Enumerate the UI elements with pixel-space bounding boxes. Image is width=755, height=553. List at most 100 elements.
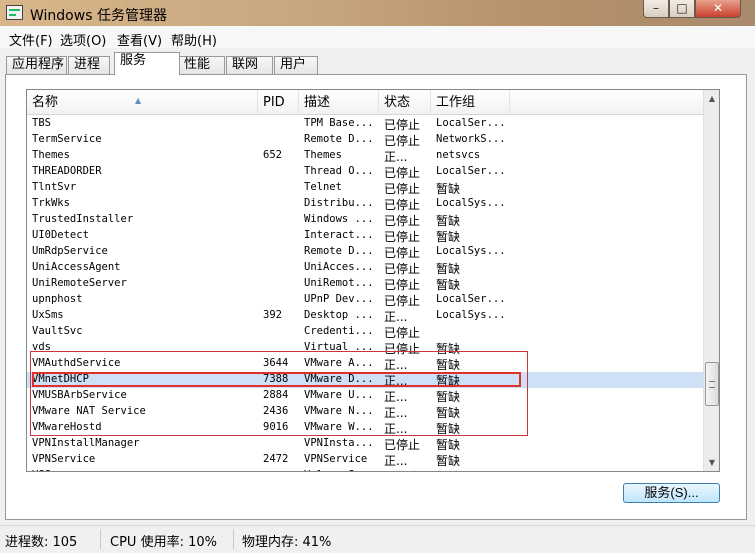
service-group: 暂缺	[436, 438, 461, 452]
service-description: UniAcces...	[304, 261, 374, 273]
service-name: VSS	[32, 469, 257, 471]
service-description: UniRemot...	[304, 277, 374, 289]
memory-usage: 物理内存: 41%	[242, 535, 332, 550]
service-status: 已停止	[384, 182, 421, 196]
list-header: 名称 ▲ PID 描述 状态 工作组	[27, 90, 703, 115]
column-header-description[interactable]: 描述	[299, 90, 379, 115]
column-header-pid[interactable]: PID	[258, 90, 299, 115]
table-row[interactable]: TrkWks Distribu... 已停止 LocalSys...	[27, 196, 703, 212]
service-description: Remote D...	[304, 133, 374, 145]
service-description: Themes	[304, 149, 342, 161]
service-name: UmRdpService	[32, 245, 108, 257]
table-row[interactable]: UxSms 392 Desktop ... 正... LocalSys...	[27, 308, 703, 324]
service-group: LocalSys...	[436, 197, 506, 209]
table-row[interactable]: TlntSvr Telnet 已停止 暂缺	[27, 180, 703, 196]
service-group: 暂缺	[436, 230, 461, 244]
service-pid: 392	[263, 309, 282, 321]
service-description: Thread O...	[304, 165, 374, 177]
table-row[interactable]: UniAccessAgent UniAcces... 已停止 暂缺	[27, 260, 703, 276]
service-name: TermService	[32, 133, 102, 145]
window-title: Windows 任务管理器	[30, 8, 167, 24]
status-separator	[233, 529, 234, 549]
service-description: Telnet	[304, 181, 342, 193]
service-name: TrkWks	[32, 197, 70, 209]
tab-networking[interactable]: 联网	[226, 56, 273, 74]
minimize-button[interactable]: –	[643, 0, 669, 18]
service-group: LocalSys...	[436, 309, 506, 321]
service-status: 已停止	[384, 262, 421, 276]
service-status: 已停止	[384, 166, 421, 180]
service-name: VPNInstallManager	[32, 437, 140, 449]
column-header-name[interactable]: 名称 ▲	[27, 90, 258, 115]
table-row[interactable]: TBS TPM Base... 已停止 LocalSer...	[27, 116, 703, 132]
service-status: 已停止	[384, 118, 421, 132]
service-status: 正...	[384, 310, 408, 324]
maximize-button[interactable]: □	[669, 0, 695, 18]
service-status: 已停止	[384, 294, 421, 308]
table-row[interactable]: VPNInstallManager VPNInsta... 已停止 暂缺	[27, 436, 703, 452]
services-button[interactable]: 服务(S)...	[623, 483, 720, 503]
app-icon	[6, 5, 23, 20]
service-group: 暂缺	[436, 468, 508, 471]
table-row[interactable]: VSS Volume S...已停止暂缺	[27, 468, 703, 471]
table-row[interactable]: UniRemoteServer UniRemot... 已停止 暂缺	[27, 276, 703, 292]
service-status: 正...	[384, 454, 408, 468]
tab-applications[interactable]: 应用程序	[6, 56, 67, 74]
table-row[interactable]: UI0Detect Interact... 已停止 暂缺	[27, 228, 703, 244]
scroll-down-icon[interactable]: ▼	[704, 454, 719, 471]
service-pid: 2472	[263, 453, 289, 465]
service-name: THREADORDER	[32, 165, 102, 177]
service-status: 已停止	[384, 134, 421, 148]
tab-services[interactable]: 服务	[114, 52, 180, 75]
table-row[interactable]: THREADORDER Thread O... 已停止 LocalSer...	[27, 164, 703, 180]
minimize-icon: –	[653, 1, 659, 15]
menu-help[interactable]: 帮助(H)	[171, 30, 217, 49]
table-row[interactable]: TermService Remote D... 已停止 NetworkS...	[27, 132, 703, 148]
service-status: 已停止	[384, 468, 434, 471]
service-name: VPNService	[32, 453, 96, 465]
menu-bar: 文件(F) 选项(O) 查看(V) 帮助(H)	[0, 26, 755, 49]
service-description: UPnP Dev...	[304, 293, 374, 305]
service-description: Volume S...	[304, 469, 382, 471]
service-status: 正...	[384, 150, 408, 164]
service-group: NetworkS...	[436, 133, 506, 145]
table-row[interactable]: TrustedInstaller Windows ... 已停止 暂缺	[27, 212, 703, 228]
service-group: 暂缺	[436, 182, 461, 196]
service-group: netsvcs	[436, 149, 481, 161]
service-description: VPNService	[304, 453, 368, 465]
annotation-vmware-group	[30, 351, 528, 436]
service-group: LocalSer...	[436, 165, 506, 177]
tab-performance[interactable]: 性能	[178, 56, 225, 74]
service-status: 已停止	[384, 438, 421, 452]
column-header-status[interactable]: 状态	[379, 90, 431, 115]
vertical-scrollbar[interactable]: ▲ ▼	[703, 90, 719, 471]
close-button[interactable]: ✕	[695, 0, 741, 18]
column-header-group[interactable]: 工作组	[431, 90, 510, 115]
table-row[interactable]: Themes 652 Themes 正... netsvcs	[27, 148, 703, 164]
tab-users[interactable]: 用户	[274, 56, 318, 74]
table-row[interactable]: upnphost UPnP Dev... 已停止 LocalSer...	[27, 292, 703, 308]
service-name: UniAccessAgent	[32, 261, 121, 273]
scrollbar-thumb[interactable]	[705, 362, 719, 406]
service-status: 已停止	[384, 326, 421, 340]
close-icon: ✕	[712, 1, 724, 15]
table-row[interactable]: UmRdpService Remote D... 已停止 LocalSys...	[27, 244, 703, 260]
menu-view[interactable]: 查看(V)	[117, 30, 162, 49]
service-name: UI0Detect	[32, 229, 89, 241]
status-bar: 进程数: 105 CPU 使用率: 10% 物理内存: 41%	[0, 525, 755, 553]
tab-processes[interactable]: 进程	[68, 56, 110, 74]
service-description: Credenti...	[304, 325, 374, 337]
table-row[interactable]: VPNService 2472 VPNService 正... 暂缺	[27, 452, 703, 468]
title-bar[interactable]: Windows 任务管理器	[0, 0, 755, 26]
menu-file[interactable]: 文件(F)	[9, 30, 53, 49]
scroll-up-icon[interactable]: ▲	[704, 90, 719, 107]
menu-options[interactable]: 选项(O)	[60, 30, 106, 49]
service-description: Distribu...	[304, 197, 374, 209]
service-pid: 652	[263, 149, 282, 161]
service-name: Themes	[32, 149, 70, 161]
service-description: Windows ...	[304, 213, 374, 225]
maximize-icon: □	[676, 1, 688, 15]
table-row[interactable]: VaultSvc Credenti... 已停止	[27, 324, 703, 340]
service-status: 已停止	[384, 246, 421, 260]
service-status: 已停止	[384, 214, 421, 228]
